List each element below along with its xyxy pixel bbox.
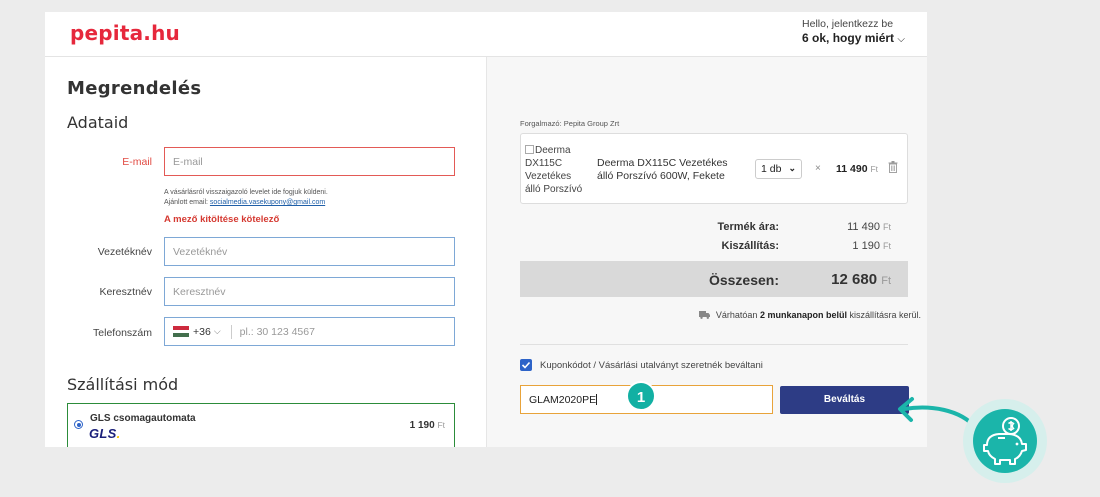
page-title: Megrendelés <box>67 78 202 99</box>
product-price-label: Termék ára: <box>717 221 779 233</box>
coupon-checkbox-label[interactable]: Kuponkódot / Vásárlási utalványt szeretn… <box>540 360 763 371</box>
cart-summary: Forgalmazó: Pepita Group Zrt Deerma DX11… <box>486 57 927 447</box>
lastname-field[interactable]: Vezetéknév <box>164 237 455 266</box>
chevron-down-icon[interactable]: ⌵ <box>214 326 221 337</box>
pepita-logo[interactable]: pepita.hu <box>70 21 180 45</box>
step-number-badge: 1 <box>626 381 656 411</box>
shipping-method-heading: Szállítási mód <box>67 375 179 394</box>
shipping-cost-label: Kiszállítás: <box>721 240 779 252</box>
hungary-flag-icon[interactable] <box>173 326 189 337</box>
phone-label: Telefonszám <box>93 327 152 339</box>
email-field[interactable]: E-mail <box>164 147 455 176</box>
text-caret <box>596 394 598 405</box>
account-reasons-link[interactable]: 6 ok, hogy miért ⌵ <box>802 31 905 45</box>
gls-logo: GLS. <box>89 426 121 441</box>
product-image[interactable]: Deerma DX115C Vezetékes álló Porszívó <box>525 144 583 196</box>
shipping-option-name: GLS csomagautomata <box>90 413 196 424</box>
personal-data-heading: Adataid <box>67 113 129 132</box>
shipping-cost-value: 1 190 Ft <box>852 240 891 252</box>
firstname-field[interactable]: Keresztnév <box>164 277 455 306</box>
account-menu[interactable]: Hello, jelentkezz be 6 ok, hogy miért ⌵ <box>802 18 905 45</box>
divider <box>520 344 908 345</box>
country-code[interactable]: +36 <box>193 326 211 338</box>
delivery-estimate: Várhatóan 2 munkanapon belül kiszállítás… <box>698 310 921 320</box>
coupon-checkbox[interactable] <box>520 359 532 371</box>
chevron-down-icon: ⌄ <box>788 163 796 173</box>
firstname-label: Keresztnév <box>99 286 152 298</box>
shipping-option-price: 1 190 Ft <box>409 420 445 431</box>
order-form: Megrendelés Adataid E-mail E-mail A vásá… <box>45 57 485 447</box>
phone-field[interactable]: +36 ⌵ pl.: 30 123 4567 <box>164 317 455 346</box>
quantity-select[interactable]: 1 db ⌄ <box>755 159 802 179</box>
check-icon <box>521 361 531 369</box>
email-label: E-mail <box>122 156 152 168</box>
suggested-email-link[interactable]: socialmedia.vasekupony@gmail.com <box>210 199 325 206</box>
lastname-label: Vezetéknév <box>97 246 152 258</box>
shipping-option-gls[interactable]: GLS csomagautomata GLS. 1 190 Ft <box>67 403 455 447</box>
phone-divider <box>230 324 232 339</box>
truck-icon <box>698 311 710 319</box>
piggy-bank-icon <box>973 409 1037 473</box>
product-name[interactable]: Deerma DX115C Vezetékes álló Porszívó 60… <box>597 157 732 183</box>
phone-input[interactable]: pl.: 30 123 4567 <box>240 326 315 338</box>
cart-item: Deerma DX115C Vezetékes álló Porszívó De… <box>520 133 908 204</box>
item-price: 11 490 Ft <box>836 163 879 175</box>
chevron-down-icon: ⌵ <box>897 34 905 45</box>
trash-icon[interactable] <box>888 161 898 173</box>
multiply-sign: × <box>815 163 821 174</box>
total-value: 12 680 Ft <box>831 271 891 288</box>
site-header: pepita.hu Hello, jelentkezz be 6 ok, hog… <box>45 12 927 57</box>
broken-image-icon <box>525 145 534 154</box>
checkout-page: pepita.hu Hello, jelentkezz be 6 ok, hog… <box>45 12 927 447</box>
product-price-value: 11 490 Ft <box>847 221 891 233</box>
email-help-text: A vásárlásról visszaigazoló levelet ide … <box>164 189 328 206</box>
email-error-message: A mező kitöltése kötelező <box>164 214 280 225</box>
hello-text: Hello, jelentkezz be <box>802 18 894 30</box>
shipping-radio[interactable] <box>74 420 83 429</box>
seller-info: Forgalmazó: Pepita Group Zrt <box>520 119 620 128</box>
total-box: Összesen: 12 680 Ft <box>520 261 908 297</box>
total-label: Összesen: <box>708 272 779 288</box>
